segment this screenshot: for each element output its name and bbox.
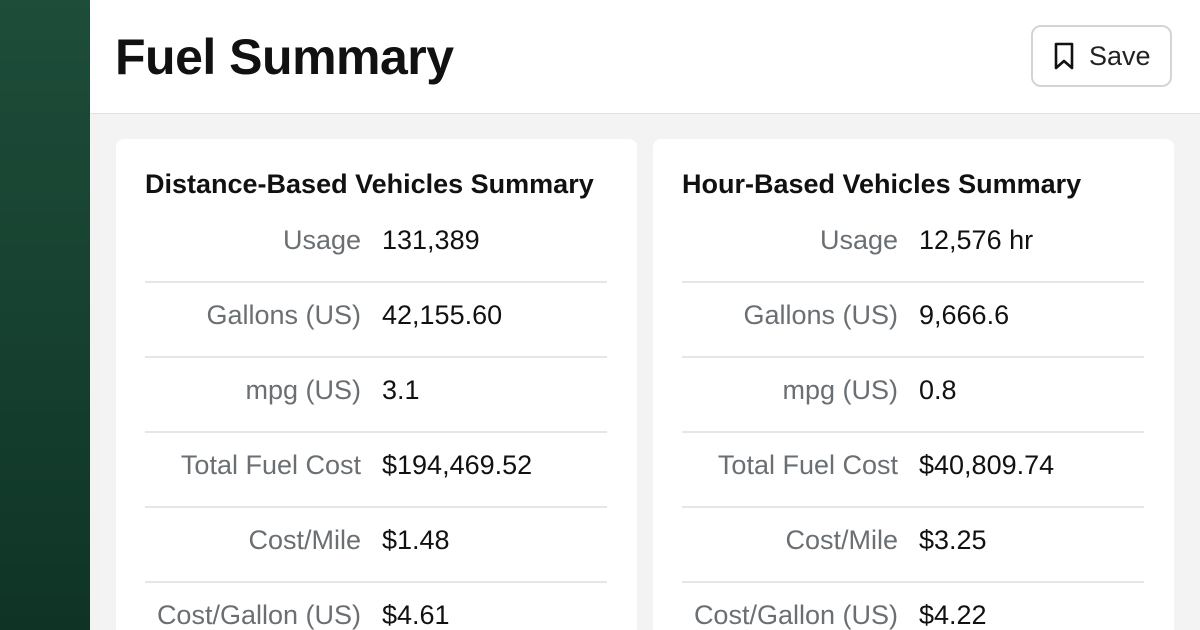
card-title: Distance-Based Vehicles Summary [145,169,594,199]
row-label: Usage [282,225,361,255]
save-button[interactable]: Save [1031,25,1172,87]
row-value: 12,576 hr [919,225,1034,255]
bookmark-icon [1053,41,1075,71]
row-value: $3.25 [919,525,987,555]
summary-row: Cost/Gallon (US) $4.61 [145,583,607,630]
main-content: Fuel Summary Save Distance-Based Vehicle… [90,0,1200,630]
summary-rows: Usage 12,576 hr Gallons (US) 9,666.6 mpg… [682,208,1144,630]
summary-row: Total Fuel Cost $194,469.52 [145,433,607,508]
page-title: Fuel Summary [115,29,454,85]
sidebar [0,0,90,630]
summary-row: Usage 131,389 [145,208,607,283]
row-label: Gallons (US) [743,300,898,330]
row-value: $4.61 [382,600,450,630]
row-value: 131,389 [382,225,480,255]
summary-row: Cost/Gallon (US) $4.22 [682,583,1144,630]
row-label: Gallons (US) [206,300,361,330]
summary-row: Usage 12,576 hr [682,208,1144,283]
row-value: 3.1 [382,375,420,405]
row-label: mpg (US) [782,375,898,405]
row-value: 9,666.6 [919,300,1010,330]
row-label: Cost/Gallon (US) [156,600,361,630]
summary-row: Gallons (US) 9,666.6 [682,283,1144,358]
summary-row: Total Fuel Cost $40,809.74 [682,433,1144,508]
summary-row: mpg (US) 3.1 [145,358,607,433]
row-label: mpg (US) [245,375,361,405]
distance-summary-card: Distance-Based Vehicles Summary Usage 13… [116,139,637,630]
row-label: Cost/Mile [785,525,898,555]
summary-row: Gallons (US) 42,155.60 [145,283,607,358]
summary-row: Cost/Mile $1.48 [145,508,607,583]
row-value: $194,469.52 [382,450,533,480]
card-title: Hour-Based Vehicles Summary [682,169,1082,199]
hour-summary-card: Hour-Based Vehicles Summary Usage 12,576… [653,139,1174,630]
row-label: Cost/Mile [248,525,361,555]
row-label: Cost/Gallon (US) [693,600,898,630]
row-label: Total Fuel Cost [717,450,898,480]
summary-row: Cost/Mile $3.25 [682,508,1144,583]
page-header: Fuel Summary Save [90,0,1200,114]
row-value: 42,155.60 [382,300,503,330]
summary-rows: Usage 131,389 Gallons (US) 42,155.60 mpg… [145,208,607,630]
row-value: 0.8 [919,375,957,405]
row-value: $4.22 [919,600,987,630]
row-value: $40,809.74 [919,450,1055,480]
row-label: Total Fuel Cost [180,450,361,480]
row-label: Usage [819,225,898,255]
row-value: $1.48 [382,525,450,555]
save-label: Save [1089,40,1151,71]
summary-row: mpg (US) 0.8 [682,358,1144,433]
